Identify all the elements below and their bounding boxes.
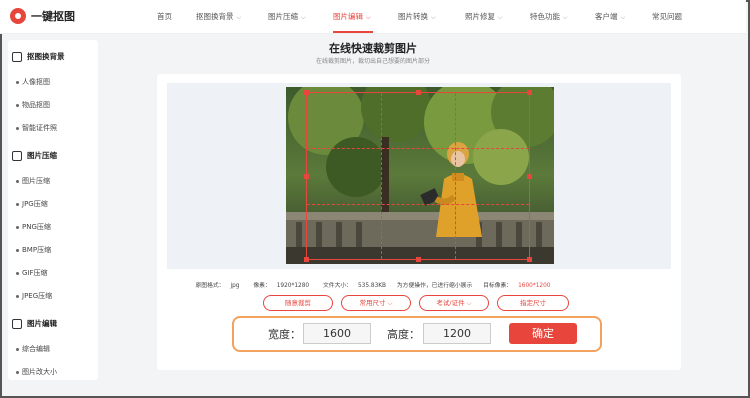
nav-image-compress[interactable]: 图片压缩 ⌵ xyxy=(268,11,306,22)
size-info: 文件大小： 535.83KB xyxy=(320,283,389,289)
top-navigation: 一键抠图 首页 抠图换背景 ⌵ 图片压缩 ⌵ 图片编辑 ⌵ 图片转换 ⌵ 照片修复 ⌵ 特… xyxy=(0,0,746,34)
height-input[interactable]: 1200 xyxy=(423,323,491,344)
active-nav-underline xyxy=(333,31,373,33)
crop-handle-bottom-right[interactable] xyxy=(527,257,532,262)
crop-handle-right[interactable] xyxy=(527,173,532,179)
compress-icon xyxy=(12,150,22,161)
exam-id-dropdown[interactable]: 考试/证件 ⌵ xyxy=(419,295,489,311)
sidebar-group-edit[interactable]: 图片编辑 xyxy=(12,318,57,329)
nav-image-convert-label: 图片转换 xyxy=(398,12,428,21)
pixels-info: 像素： 1920*1280 xyxy=(250,283,312,289)
nav-image-compress-label: 图片压缩 xyxy=(268,12,298,21)
size-label: 文件大小： xyxy=(322,283,352,289)
chevron-down-icon: ⌵ xyxy=(301,14,306,21)
sidebar-item-png-compress[interactable]: PNG压缩 xyxy=(16,222,51,232)
sidebar-item-jpeg-compress[interactable]: JPEG压缩 xyxy=(15,291,52,301)
common-size-label: 常用尺寸 xyxy=(359,299,386,307)
crop-handle-top[interactable] xyxy=(415,90,421,95)
chevron-down-icon: ⌵ xyxy=(563,14,568,21)
crop-handle-left[interactable] xyxy=(304,173,309,179)
chevron-down-icon: ⌵ xyxy=(366,14,371,21)
nav-image-convert[interactable]: 图片转换 ⌵ xyxy=(398,11,436,22)
format-value: jpg xyxy=(230,283,240,289)
sidebar-item-resize[interactable]: 图片改大小 xyxy=(16,367,57,377)
target-label: 目标像素： xyxy=(483,283,513,289)
nav-cutout-background[interactable]: 抠图换背景 ⌵ xyxy=(196,11,241,22)
format-label: 原图格式： xyxy=(195,283,225,289)
target-info: 目标像素： 1600*1200 xyxy=(480,283,553,289)
nav-photo-repair[interactable]: 照片修复 ⌵ xyxy=(465,11,503,22)
custom-size-button[interactable]: 指定尺寸 xyxy=(497,295,569,311)
exam-id-label: 考试/证件 xyxy=(436,299,465,307)
image-info-row: 原图格式： jpg 像素： 1920*1280 文件大小： 535.83KB 为方便操… xyxy=(0,280,746,289)
image-edit-icon xyxy=(12,318,22,329)
sidebar-group-compress-title: 图片压缩 xyxy=(27,151,57,160)
nav-client-label: 客户端 xyxy=(595,12,618,21)
sidebar-item-object-cutout[interactable]: 物品抠图 xyxy=(16,100,50,110)
sidebar-item-jpg-compress[interactable]: JPG压缩 xyxy=(16,199,48,209)
sidebar-item-image-compress[interactable]: 图片压缩 xyxy=(16,176,50,186)
chevron-down-icon: ⌵ xyxy=(466,299,472,307)
sidebar-item-gif-compress[interactable]: GIF压缩 xyxy=(16,268,48,278)
display-note: 为方便操作，已进行缩小展示 xyxy=(396,283,473,289)
nav-home-label: 首页 xyxy=(157,12,172,21)
logo-icon xyxy=(10,8,26,24)
sidebar-item-id-photo[interactable]: 智能证件照 xyxy=(16,123,57,133)
format-info: 原图格式： jpg xyxy=(192,283,242,289)
confirm-button[interactable]: 确定 xyxy=(509,323,577,344)
target-value: 1600*1200 xyxy=(518,283,551,289)
page-title: 在线快速裁剪图片 xyxy=(329,42,417,55)
sidebar-group-edit-title: 图片编辑 xyxy=(27,319,57,328)
crop-handle-bottom-left[interactable] xyxy=(304,257,309,262)
free-crop-button[interactable]: 随意裁剪 xyxy=(263,295,333,311)
size-value: 535.83KB xyxy=(357,283,387,289)
sidebar-item-portrait-cutout[interactable]: 人像抠图 xyxy=(16,77,50,87)
width-label: 宽度： xyxy=(268,328,301,341)
logo-text: 一键抠图 xyxy=(31,10,75,23)
crop-handle-top-left[interactable] xyxy=(304,90,309,95)
nav-photo-repair-label: 照片修复 xyxy=(465,12,495,21)
sidebar xyxy=(8,40,98,380)
nav-faq[interactable]: 常见问题 xyxy=(652,11,682,22)
crop-guide-vertical xyxy=(454,93,456,259)
nav-faq-label: 常见问题 xyxy=(652,12,682,21)
crop-handle-top-right[interactable] xyxy=(527,90,532,95)
nav-cutout-background-label: 抠图换背景 xyxy=(196,12,234,21)
crop-guide-vertical xyxy=(380,93,382,259)
height-label: 高度： xyxy=(387,328,420,341)
pixels-value: 1920*1280 xyxy=(276,283,310,289)
crop-handle-bottom[interactable] xyxy=(415,257,421,262)
nav-special-features[interactable]: 特色功能 ⌵ xyxy=(530,11,568,22)
nav-special-features-label: 特色功能 xyxy=(530,12,560,21)
page-subtitle: 在线裁剪图片，裁切出自己想要的图片部分 xyxy=(315,58,430,65)
crop-guide-horizontal xyxy=(307,148,529,150)
sidebar-item-general-edit[interactable]: 综合编辑 xyxy=(16,344,50,354)
width-input[interactable]: 1600 xyxy=(303,323,371,344)
chevron-down-icon: ⌵ xyxy=(236,14,242,21)
chevron-down-icon: ⌵ xyxy=(431,14,436,21)
sidebar-item-bmp-compress[interactable]: BMP压缩 xyxy=(15,245,51,255)
nav-image-edit[interactable]: 图片编辑 ⌵ xyxy=(333,11,371,22)
site-logo[interactable]: 一键抠图 xyxy=(10,8,75,24)
crop-selection-box[interactable] xyxy=(304,90,532,262)
chevron-down-icon: ⌵ xyxy=(620,14,626,21)
crop-guide-horizontal xyxy=(307,203,529,205)
chevron-down-icon: ⌵ xyxy=(498,14,503,21)
chevron-down-icon: ⌵ xyxy=(387,299,393,307)
nav-home[interactable]: 首页 xyxy=(157,11,172,22)
nav-client[interactable]: 客户端 ⌵ xyxy=(595,11,625,22)
pixels-label: 像素： xyxy=(253,283,271,289)
sidebar-group-compress[interactable]: 图片压缩 xyxy=(12,150,57,161)
common-size-dropdown[interactable]: 常用尺寸 ⌵ xyxy=(341,295,411,311)
nav-image-edit-label: 图片编辑 xyxy=(333,12,363,21)
